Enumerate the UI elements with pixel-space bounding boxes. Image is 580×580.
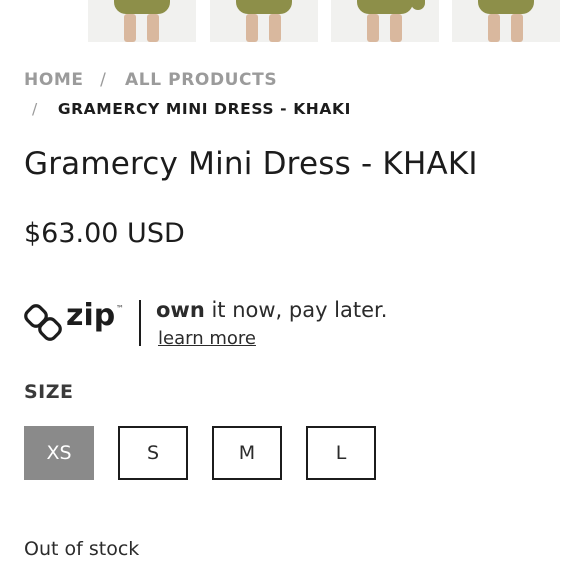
zip-learn-more-link[interactable]: learn more (158, 328, 256, 349)
zip-logo-icon (24, 304, 62, 341)
product-thumbnail[interactable] (88, 0, 196, 42)
product-thumbnail-strip (0, 0, 580, 42)
size-label: SIZE (24, 381, 74, 403)
zip-brand-text: zip (66, 298, 116, 333)
breadcrumb-all-products-link[interactable]: ALL PRODUCTS (125, 70, 277, 90)
breadcrumb-home-link[interactable]: HOME (24, 70, 84, 90)
breadcrumb-current: GRAMERCY MINI DRESS - KHAKI (57, 100, 351, 118)
product-thumbnail[interactable] (331, 0, 439, 42)
breadcrumb-separator: / (32, 100, 38, 118)
zip-divider (139, 300, 141, 346)
zip-trademark: ™ (116, 304, 124, 313)
size-option-xs[interactable]: XS (24, 426, 94, 480)
product-thumbnail[interactable] (210, 0, 318, 42)
product-title: Gramercy Mini Dress - KHAKI (24, 146, 478, 182)
stock-status: Out of stock (24, 538, 140, 560)
zip-tagline: own it now, pay later. (156, 298, 388, 322)
zip-payment-banner: zip ™ own it now, pay later. learn more (24, 296, 544, 356)
product-thumbnail[interactable] (452, 0, 560, 42)
size-selector: XS S M L (24, 426, 544, 482)
product-price: $63.00 USD (24, 218, 185, 249)
size-option-m[interactable]: M (212, 426, 282, 480)
breadcrumb-separator: / (100, 70, 107, 90)
breadcrumb: HOME / ALL PRODUCTS / GRAMERCY MINI DRES… (24, 70, 564, 118)
size-option-l[interactable]: L (306, 426, 376, 480)
size-option-s[interactable]: S (118, 426, 188, 480)
